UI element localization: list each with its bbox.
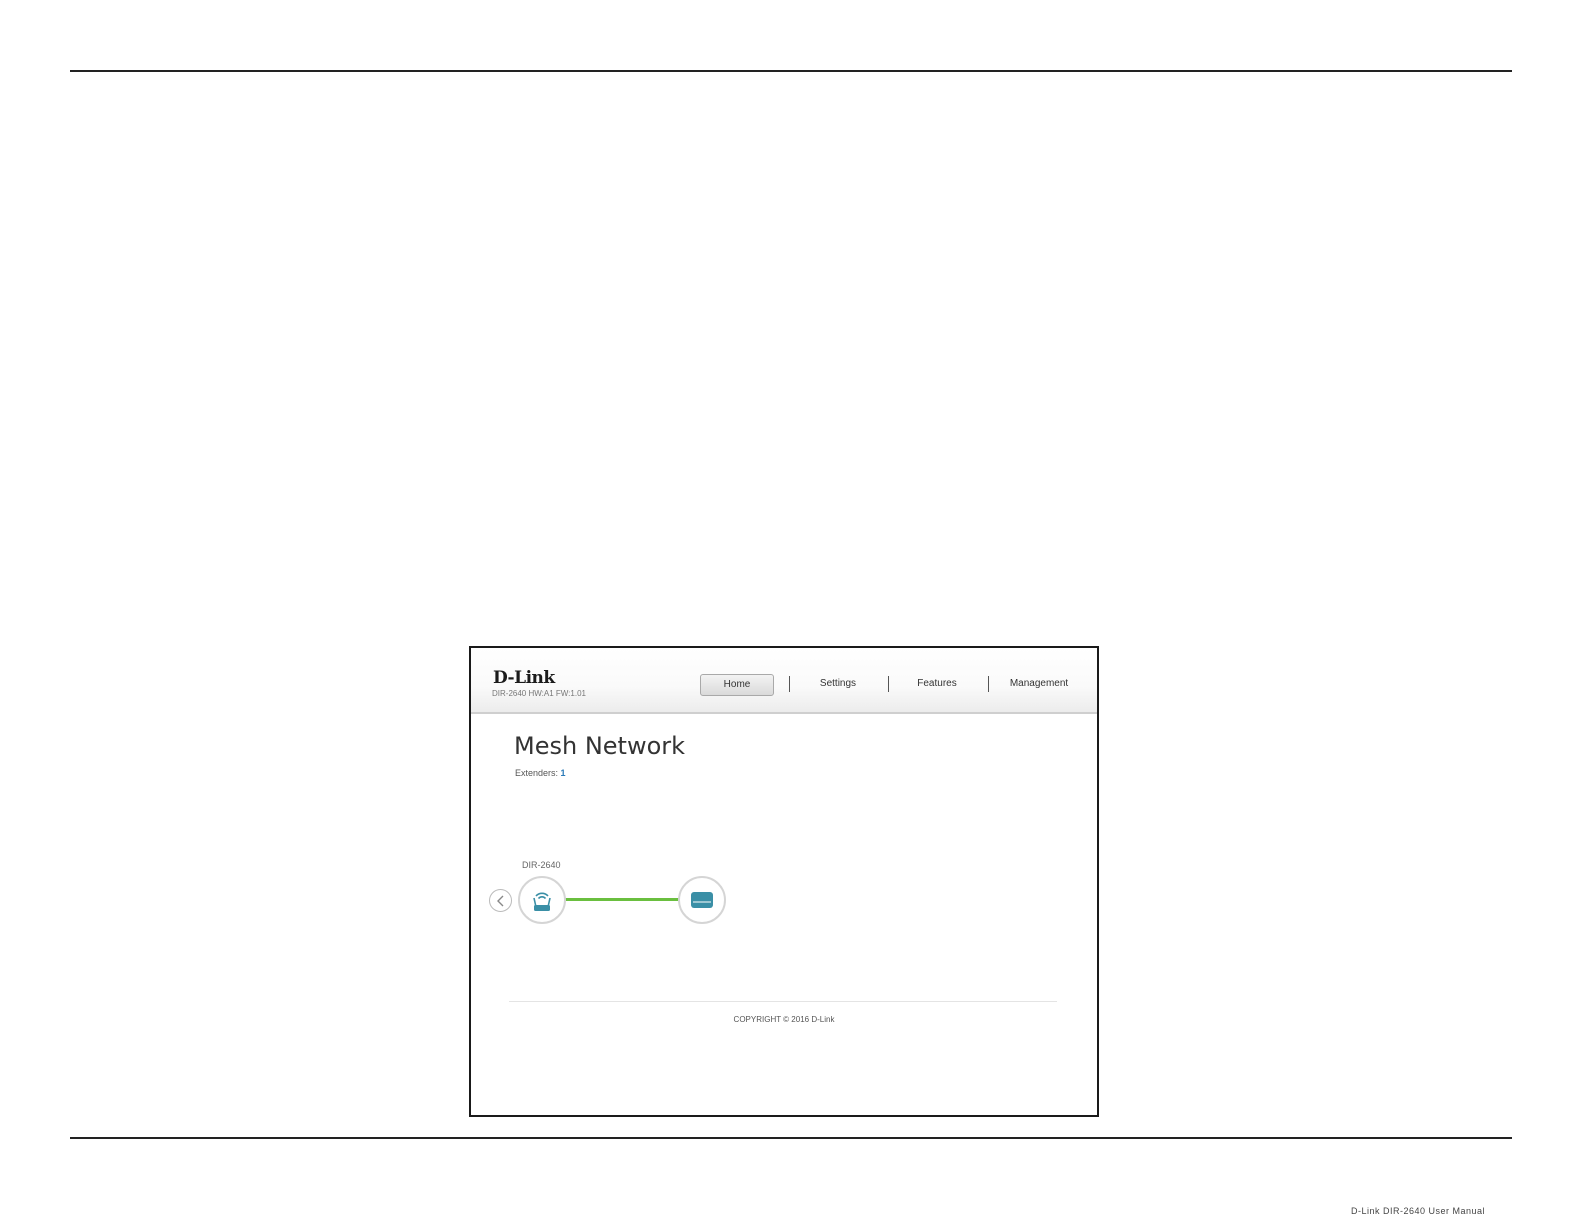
dlink-logo: D-Link xyxy=(493,668,555,688)
nav-features[interactable]: Features xyxy=(901,674,973,694)
mesh-connection-line xyxy=(565,898,679,901)
extender-node[interactable] xyxy=(678,876,726,924)
back-button[interactable] xyxy=(489,889,512,912)
copyright-text: COPYRIGHT © 2016 D-Link xyxy=(733,1015,835,1024)
page-footer-note: D-Link DIR-2640 User Manual xyxy=(1350,1206,1485,1216)
router-icon xyxy=(533,892,551,911)
extenders-label: Extenders: xyxy=(515,768,559,778)
hardware-firmware-info: DIR-2640 HW:A1 FW:1.01 xyxy=(492,689,586,698)
nav-separator xyxy=(888,676,889,692)
page-title: Mesh Network xyxy=(514,732,686,760)
bottom-rule xyxy=(70,1137,1512,1139)
extenders-count-link[interactable]: 1 xyxy=(561,768,566,778)
header: D-Link DIR-2640 HW:A1 FW:1.01 Home Setti… xyxy=(471,648,1097,714)
footer-divider xyxy=(509,1001,1057,1002)
nav-separator xyxy=(789,676,790,692)
top-rule xyxy=(70,70,1512,72)
router-name-label: DIR-2640 xyxy=(522,860,561,870)
extender-icon xyxy=(691,892,713,908)
extenders-summary: Extenders: 1 xyxy=(515,768,566,778)
nav-management[interactable]: Management xyxy=(1001,674,1077,694)
nav-settings[interactable]: Settings xyxy=(802,674,874,694)
router-node[interactable] xyxy=(518,876,566,924)
chevron-left-icon xyxy=(496,895,503,906)
nav-home[interactable]: Home xyxy=(700,674,774,696)
nav-separator xyxy=(988,676,989,692)
router-ui-screenshot: D-Link DIR-2640 HW:A1 FW:1.01 Home Setti… xyxy=(469,646,1099,1117)
